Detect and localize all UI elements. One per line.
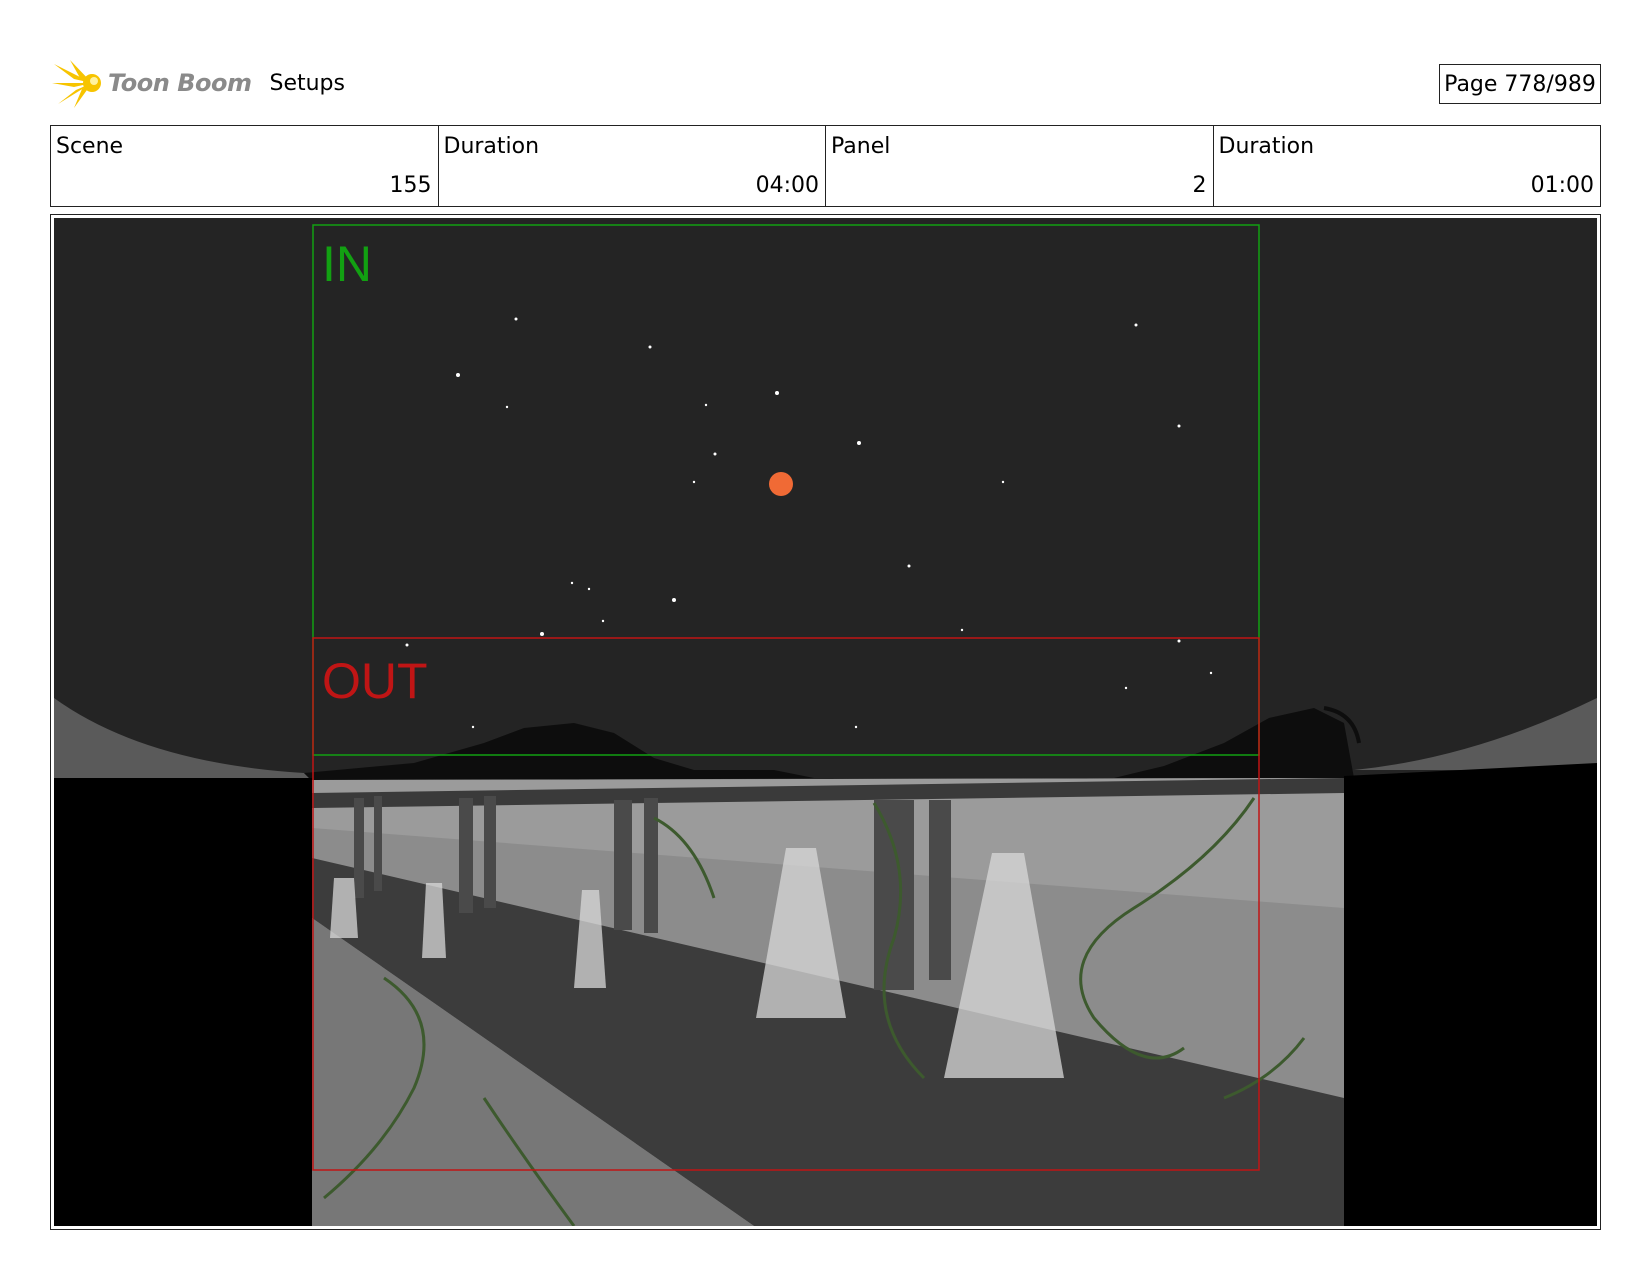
scene-value: 155	[389, 173, 432, 198]
right-black-bar	[1344, 763, 1597, 1226]
panel-cell: Panel 2	[826, 126, 1214, 206]
scene-cell: Scene 155	[51, 126, 439, 206]
document-title: Setups	[269, 70, 345, 96]
header-logo: Toon Boom Setups	[52, 58, 345, 108]
moon	[769, 472, 793, 496]
scene-duration-value: 04:00	[755, 173, 819, 198]
panel-duration-value: 01:00	[1530, 173, 1594, 198]
brand-name: Toon Boom	[108, 69, 252, 97]
storyboard-panel: IN OUT	[50, 214, 1601, 1230]
out-label: OUT	[322, 653, 428, 709]
toon-boom-star-icon	[52, 60, 101, 108]
in-label: IN	[322, 236, 372, 292]
panel-value: 2	[1192, 173, 1207, 198]
scene-info-table: Scene 155 Duration 04:00 Panel 2 Duratio…	[50, 125, 1601, 207]
left-black-bar	[54, 778, 312, 1226]
panel-duration-cell: Duration 01:00	[1214, 126, 1601, 206]
page-indicator: Page 778/989	[1439, 64, 1601, 104]
scene-duration-cell: Duration 04:00	[439, 126, 826, 206]
panel-duration-label: Duration	[1218, 134, 1315, 159]
scene-duration-label: Duration	[443, 134, 540, 159]
panel-label: Panel	[831, 134, 891, 159]
scene-label: Scene	[56, 134, 124, 159]
panel-artwork: IN OUT	[54, 218, 1597, 1226]
